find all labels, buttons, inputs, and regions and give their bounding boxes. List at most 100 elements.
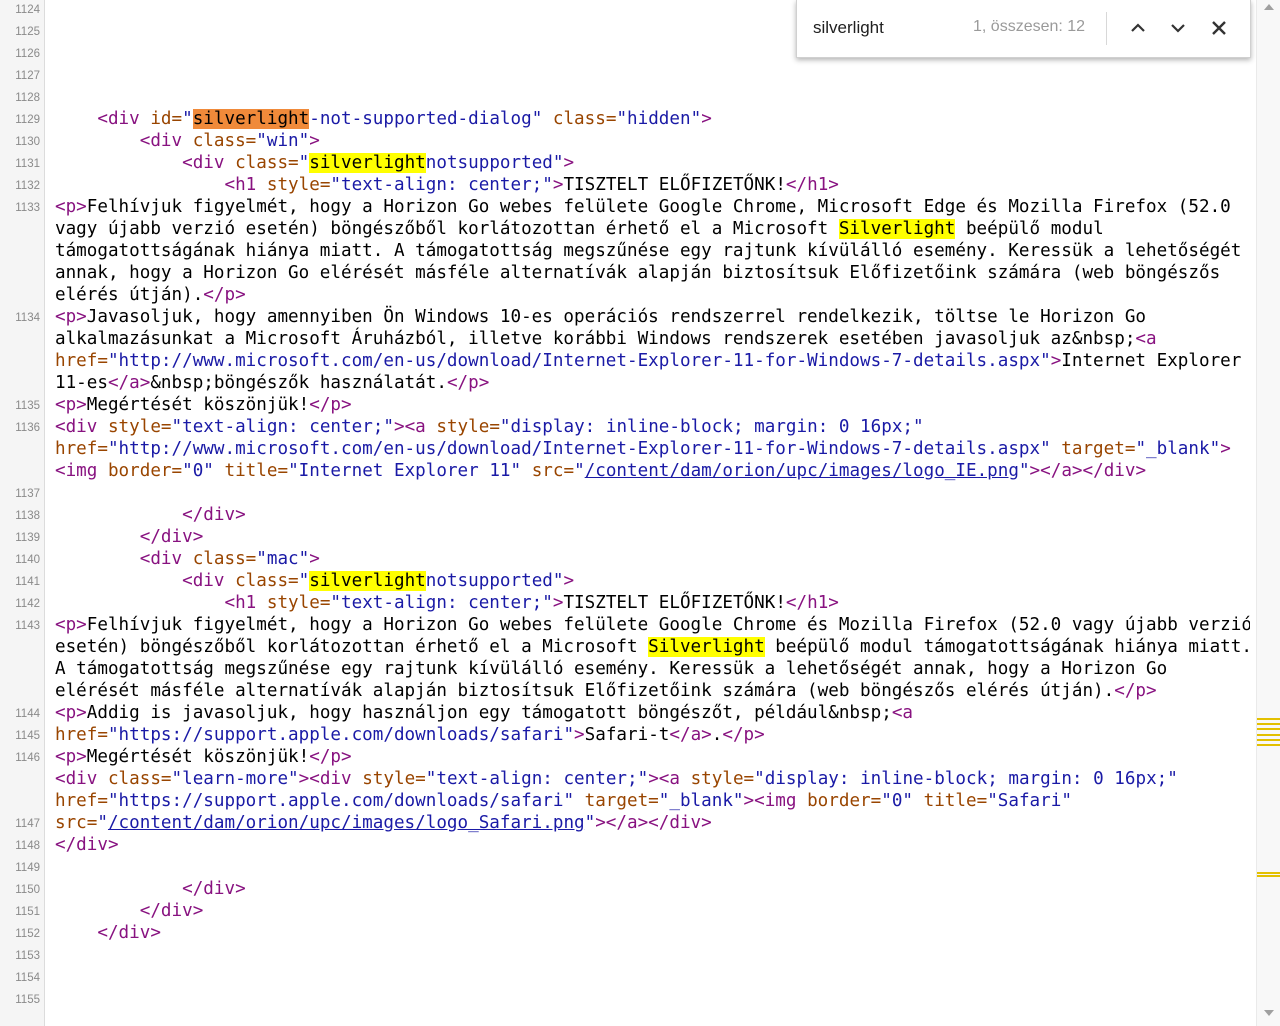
- code-token: >: [1050, 351, 1062, 371]
- find-input[interactable]: [813, 16, 963, 40]
- code-line: href="http://www.microsoft.com/en-us/dow…: [55, 350, 1241, 372]
- code-token: ></a></div>: [595, 813, 712, 833]
- code-token: </div>: [182, 505, 246, 525]
- code-token: </a>: [107, 373, 151, 393]
- code-token: <p>: [55, 747, 87, 767]
- code-line: vagy újabb verzió esetén) böngészőből ko…: [55, 218, 1104, 240]
- code-token: "Internet Explorer 11": [288, 461, 532, 481]
- code-token: 11-es: [55, 373, 108, 393]
- code-token: elérés útján).: [55, 285, 204, 305]
- find-previous-button[interactable]: [1124, 14, 1152, 42]
- search-match: Silverlight: [648, 637, 765, 657]
- scrollbar-match-marker: [1257, 728, 1280, 730]
- code-token: Felhívjuk figyelmét, hogy a Horizon Go w…: [86, 615, 1250, 635]
- code-token: ><a: [648, 769, 691, 789]
- code-token: >: [701, 109, 712, 129]
- code-token: class=: [235, 153, 299, 173]
- code-token: </div>: [182, 879, 246, 899]
- code-token: beépülő modul: [955, 219, 1104, 239]
- line-number: 1146: [15, 752, 40, 764]
- code-token: "https://support.apple.com/downloads/saf…: [107, 725, 575, 745]
- code-token: <a: [1135, 329, 1157, 349]
- code-line: </div>: [55, 834, 119, 856]
- code-token: <h1: [224, 175, 267, 195]
- scrollbar-match-marker: [1257, 739, 1280, 741]
- code-token: annak, hogy a Horizon Go elérését másfél…: [55, 263, 1221, 283]
- code-token: <p>: [55, 197, 87, 217]
- code-line: src="/content/dam/orion/upc/images/logo_…: [55, 812, 712, 834]
- code-token: >: [552, 175, 564, 195]
- code-token: "learn-more": [171, 769, 299, 789]
- code-link[interactable]: /content/dam/orion/upc/images/logo_IE.pn…: [585, 461, 1019, 481]
- code-line: esetén) böngészőből korlátozottan érhető…: [55, 636, 1250, 658]
- close-icon: [1212, 21, 1226, 35]
- code-token: style=: [107, 417, 172, 437]
- code-token: href=: [55, 791, 108, 811]
- code-line: </div>: [55, 900, 204, 922]
- code-line: elérését másféle alternatívák alapján bi…: [55, 680, 1157, 702]
- code-token: "text-align: center;": [330, 593, 553, 613]
- code-line: <img border="0" title="Internet Explorer…: [55, 460, 1146, 482]
- chevron-down-icon: [1171, 24, 1185, 33]
- vertical-scrollbar[interactable]: [1256, 0, 1280, 1026]
- scroll-up-arrow-icon[interactable]: [1264, 4, 1274, 10]
- code-token: "display: inline-block; margin: 0 16px;": [754, 769, 1178, 789]
- find-bar: 1, összesen: 12: [796, 0, 1251, 58]
- code-token: "Safari": [987, 791, 1072, 811]
- code-token: Internet Explorer: [1061, 351, 1242, 371]
- code-token: class=: [552, 109, 617, 129]
- code-token: Felhívjuk figyelmét, hogy a Horizon Go w…: [86, 197, 1231, 217]
- code-line: annak, hogy a Horizon Go elérését másfél…: [55, 262, 1220, 284]
- code-token: class=: [235, 571, 299, 591]
- code-token: Addig is javasoljuk, hogy használjon egy…: [86, 703, 892, 723]
- code-token: Megértését köszönjük!: [86, 747, 310, 767]
- line-number: 1145: [15, 730, 40, 742]
- code-line: <div class="learn-more"><div style="text…: [55, 768, 1178, 790]
- source-code-view[interactable]: <div id="silverlight-not-supported-dialo…: [55, 0, 1250, 1026]
- code-link[interactable]: /content/dam/orion/upc/images/logo_Safar…: [108, 813, 585, 833]
- scroll-down-arrow-icon[interactable]: [1264, 1010, 1274, 1016]
- line-number: 1137: [15, 488, 40, 500]
- code-line: href="https://support.apple.com/download…: [55, 724, 765, 746]
- code-token: támogatottságának hiánya miatt. A támoga…: [55, 241, 1242, 261]
- code-token: "http://www.microsoft.com/en-us/download…: [107, 351, 1051, 371]
- line-number: 1155: [15, 994, 40, 1006]
- find-close-button[interactable]: [1205, 14, 1233, 42]
- code-token: border=: [807, 791, 882, 811]
- line-number: 1124: [15, 4, 40, 16]
- code-token: style=: [436, 417, 500, 437]
- code-token: ></a></div>: [1029, 461, 1147, 481]
- code-token: >: [574, 725, 585, 745]
- code-token: <a: [404, 417, 437, 437]
- code-token: >: [563, 571, 575, 591]
- code-token: style=: [362, 769, 426, 789]
- code-token: Javasoljuk, hogy amennyiben Ön Windows 1…: [86, 307, 1147, 327]
- code-token: <div: [182, 571, 236, 591]
- code-token: "display: inline-block; margin: 0 16px;": [499, 417, 924, 437]
- code-line: <h1 style="text-align: center;">TISZTELT…: [55, 592, 838, 614]
- line-number: 1129: [15, 114, 40, 126]
- code-token: href=: [55, 439, 108, 459]
- line-number: 1153: [15, 950, 40, 962]
- line-number: 1141: [15, 576, 40, 588]
- code-token: target=: [584, 791, 659, 811]
- code-token: </div>: [139, 527, 204, 547]
- chevron-up-icon: [1131, 23, 1145, 32]
- line-number: 1138: [15, 510, 40, 522]
- code-token: >: [563, 153, 575, 173]
- line-number: 1147: [15, 818, 40, 830]
- line-number: 1150: [15, 884, 40, 896]
- code-line: </div>: [55, 878, 246, 900]
- code-token: ": [574, 461, 585, 481]
- code-line: <p>Megértését köszönjük!</p>: [55, 746, 352, 768]
- line-number: 1136: [15, 422, 40, 434]
- code-token: elérését másféle alternatívák alapján bi…: [55, 681, 1115, 701]
- code-token: class=: [107, 769, 172, 789]
- find-next-button[interactable]: [1164, 14, 1192, 42]
- code-token: >: [309, 549, 320, 569]
- code-token: <div: [55, 417, 108, 437]
